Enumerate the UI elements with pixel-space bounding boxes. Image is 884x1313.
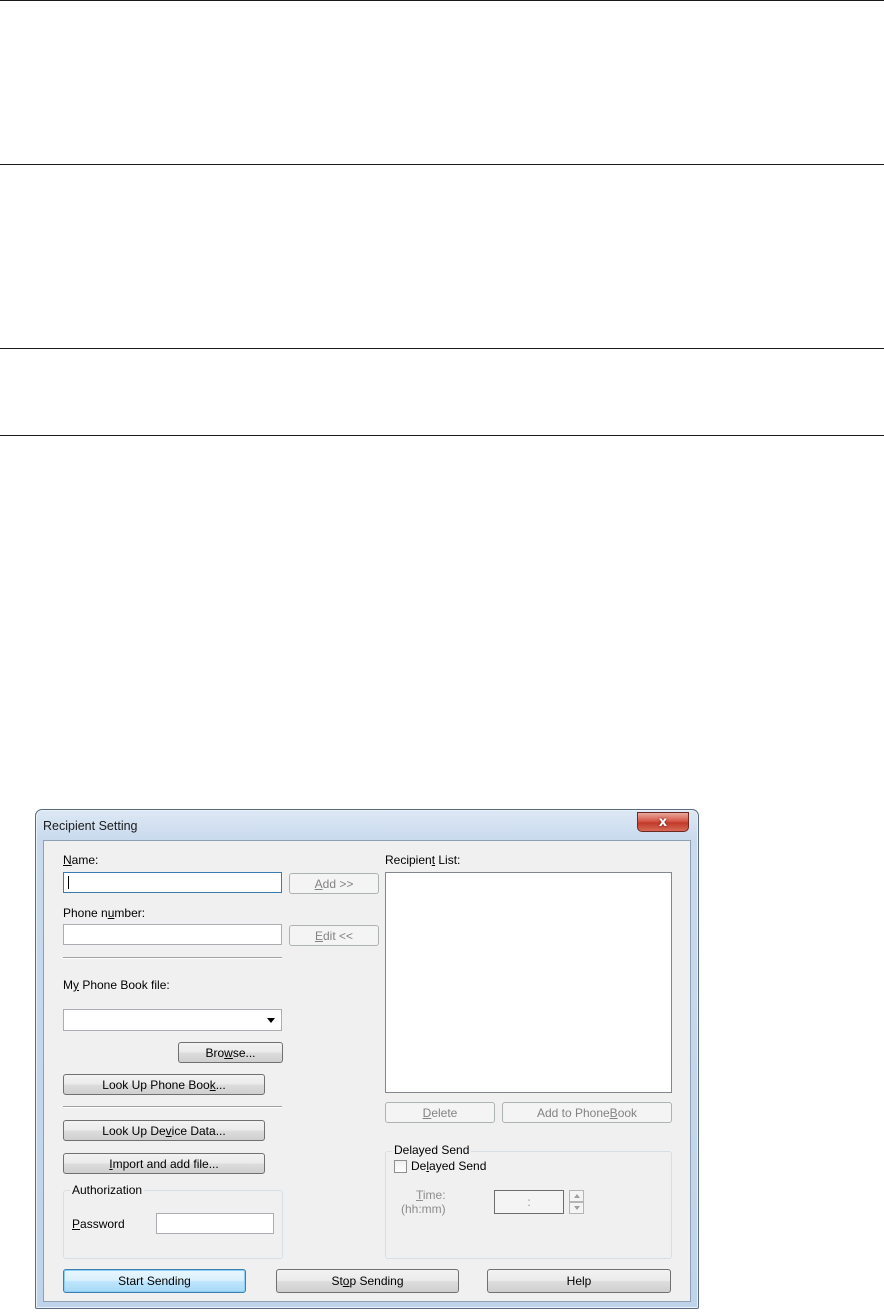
password-label: Password [72,1217,125,1231]
delayed-send-group: Delayed Send Delayed Send Time: (hh:mm) … [385,1143,672,1259]
stop-sending-button[interactable]: St o p Sending [276,1269,459,1293]
phone-book-file-label: My Phone Book file: [63,978,170,992]
add-button[interactable]: Add >> [289,873,379,894]
start-sending-button[interactable]: Start Sending [63,1269,246,1293]
page-divider-3 [0,435,884,436]
time-label: Time: [416,1188,446,1202]
page-divider-1 [0,164,884,165]
name-input[interactable] [63,872,282,893]
title-bar[interactable]: Recipient Setting x [36,810,698,840]
delayed-send-checkbox-label[interactable]: Delayed Send [411,1159,486,1173]
dialog-title: Recipient Setting [43,819,138,833]
spin-down-icon[interactable] [569,1202,584,1214]
dialog-body: Name: Add >> Phone number: Edit << My Ph… [43,840,691,1302]
phone-book-file-combobox[interactable] [63,1009,282,1031]
text-caret [68,876,69,889]
separator-2 [63,1106,282,1108]
look-up-device-data-button[interactable]: Look Up De v ice Data... [63,1120,265,1141]
delete-button[interactable]: Delete [385,1102,495,1123]
delayed-send-checkbox[interactable] [394,1160,407,1173]
close-button[interactable]: x [637,812,689,832]
spin-up-icon[interactable] [569,1190,584,1202]
password-input[interactable] [156,1213,274,1234]
look-up-phone-book-button[interactable]: Look Up Phone Boo k... [63,1074,265,1095]
recipient-listbox[interactable] [385,872,672,1093]
name-label: Name: [63,853,99,867]
page-divider-top [0,0,884,1]
time-separator: : [527,1195,531,1209]
phone-number-input[interactable] [63,924,282,945]
chevron-down-icon [267,1018,275,1023]
separator-1 [63,957,282,959]
edit-button[interactable]: Edit << [289,925,379,946]
authorization-group-title: Authorization [70,1183,145,1197]
time-spinner[interactable] [569,1190,584,1214]
add-to-phone-book-button[interactable]: Add to Phone Book [502,1102,672,1123]
phone-number-label: Phone number: [63,906,146,920]
time-input[interactable]: : [494,1190,564,1214]
recipient-setting-dialog: Recipient Setting x Name: Add >> Phone n… [35,809,699,1309]
delayed-send-group-title: Delayed Send [392,1143,472,1157]
help-button[interactable]: Help [487,1269,671,1293]
close-icon: x [658,814,668,830]
time-format-label: (hh:mm) [401,1202,446,1216]
import-and-add-file-button[interactable]: Import and add file... [63,1153,265,1174]
page-divider-2 [0,348,884,349]
authorization-group: Authorization Password [63,1183,283,1259]
recipient-list-label: Recipient List: [385,853,461,867]
browse-button[interactable]: Bro w se... [178,1042,283,1063]
